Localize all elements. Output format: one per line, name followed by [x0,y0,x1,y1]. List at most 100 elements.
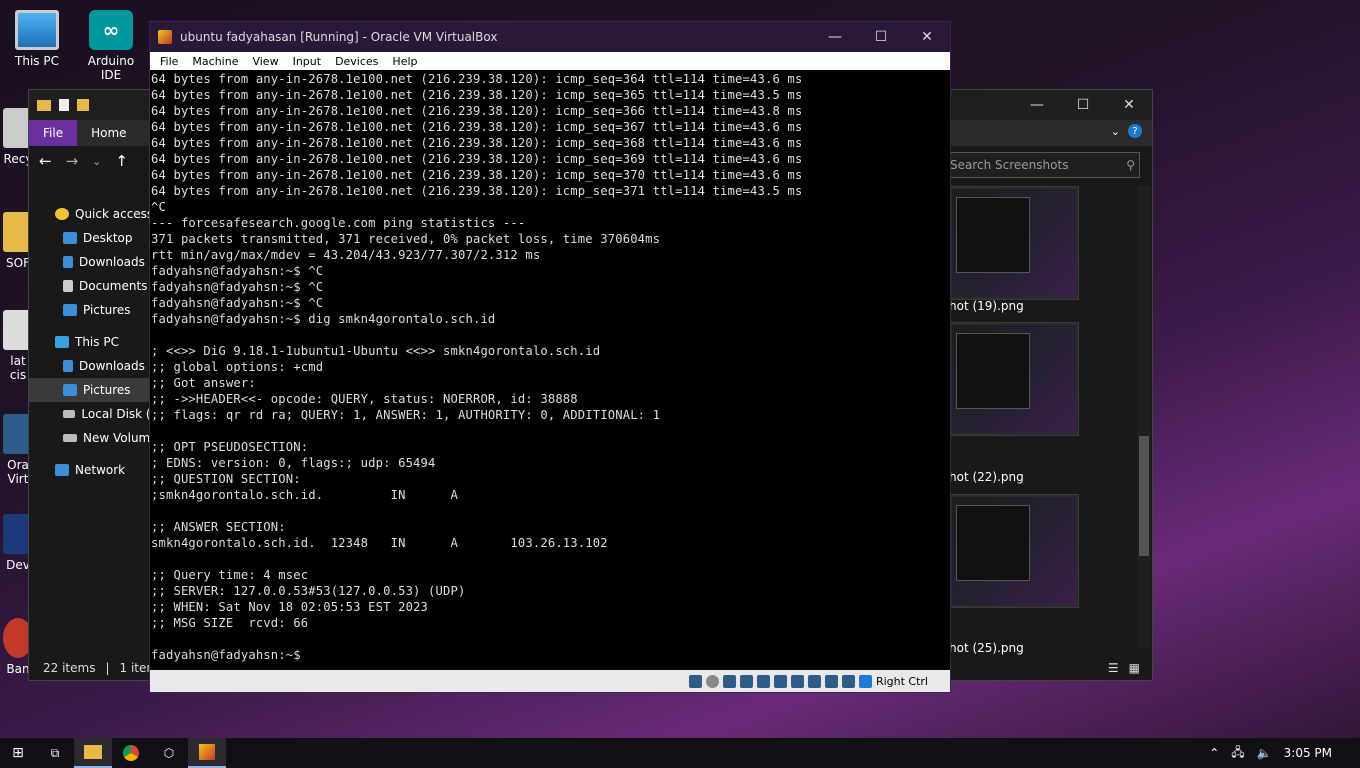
chevron-down-icon[interactable]: ⌄ [1111,125,1120,138]
volume-icon[interactable]: 🔈 [1257,746,1272,760]
host-key-label: Right Ctrl [875,674,928,688]
sidebar-item-label: Local Disk (C [81,407,159,421]
sidebar-item-pictures-pc[interactable]: Pictures [29,378,159,402]
sidebar-item-label: This PC [75,335,119,349]
virtualbox-icon [158,30,172,44]
menu-file[interactable]: File [160,55,178,68]
search-input[interactable]: Search Screenshots ⚲ [945,152,1140,178]
taskbar-virtualbox-manager[interactable]: ⬡ [150,738,188,768]
optical-drive-icon[interactable] [705,674,719,688]
drive-icon [63,434,77,442]
details-view-icon[interactable]: ☰ [1108,661,1119,675]
sidebar-item-label: New Volume [83,431,158,445]
file-thumbnail[interactable] [949,186,1079,300]
properties-icon[interactable] [59,99,69,111]
file-name[interactable]: hot (22).png [949,470,1024,484]
network-icon [55,464,69,476]
terminal-output: 64 bytes from any-in-2678.1e100.net (216… [151,72,803,662]
file-name[interactable]: hot (19).png [949,299,1024,313]
sidebar-item-documents[interactable]: Documents [29,274,159,298]
file-thumbnail[interactable] [949,494,1079,608]
menu-help[interactable]: Help [392,55,417,68]
display-icon[interactable] [790,674,804,688]
folder-icon [37,99,51,111]
drive-icon [63,410,76,418]
large-icons-view-icon[interactable]: ▦ [1129,661,1140,675]
scrollbar-thumb[interactable] [1139,436,1149,556]
search-icon: ⚲ [1126,158,1135,172]
taskbar-file-explorer[interactable] [74,738,112,768]
sidebar-item-this-pc[interactable]: This PC [29,330,159,354]
usb-icon[interactable] [756,674,770,688]
task-view-icon: ⧉ [50,745,60,760]
pictures-icon [63,304,77,316]
tab-home[interactable]: Home [77,120,140,146]
tab-file[interactable]: File [29,120,78,146]
up-arrow-icon[interactable]: ↑ [115,152,128,170]
pictures-icon [63,384,77,396]
cpu-icon[interactable] [824,674,838,688]
sidebar-item-downloads-pc[interactable]: Downloads [29,354,159,378]
sidebar-item-label: Quick access [75,207,154,221]
menu-machine[interactable]: Machine [192,55,238,68]
close-button[interactable]: ✕ [904,22,950,52]
item-count: 22 items [43,661,96,675]
help-icon[interactable]: ? [1128,124,1142,138]
taskbar-virtualbox-vm[interactable] [188,738,226,768]
shared-folder-icon[interactable] [773,674,787,688]
minimize-button[interactable]: — [812,22,858,52]
chevron-up-icon[interactable]: ⌃ [1209,746,1219,760]
maximize-button[interactable]: ☐ [1060,90,1106,120]
clock[interactable]: 3:05 PM [1284,746,1332,760]
windows-icon: ⊞ [12,745,24,761]
maximize-button[interactable]: ☐ [858,22,904,52]
system-tray: ⌃ 🖧 🔈 3:05 PM [1209,738,1360,768]
star-icon [55,208,69,220]
network-icon[interactable]: 🖧 [1231,743,1244,764]
search-placeholder: Search Screenshots [950,158,1069,172]
minimize-button[interactable]: — [1014,90,1060,120]
desktop-icon-this-pc[interactable]: This PC [2,10,72,68]
sidebar-item-label: Network [75,463,126,477]
sidebar-item-desktop[interactable]: Desktop [29,226,159,250]
desktop-icon-arduino[interactable]: ∞ Arduino IDE [76,10,146,82]
keyboard-capture-icon[interactable] [858,674,872,688]
sidebar-item-quick-access[interactable]: Quick access [29,202,159,226]
desktop-icon-label: Arduino IDE [87,54,135,82]
recording-icon[interactable] [807,674,821,688]
sidebar-item-network[interactable]: Network [29,458,159,482]
sidebar-item-downloads[interactable]: Downloads [29,250,159,274]
navigation-pane: Quick access Desktop Downloads Documents… [29,202,159,482]
menu-devices[interactable]: Devices [335,55,378,68]
audio-icon[interactable] [722,674,736,688]
taskbar-chrome[interactable] [112,738,150,768]
start-button[interactable]: ⊞ [0,738,36,768]
download-icon [63,360,73,372]
mouse-integration-icon[interactable] [841,674,855,688]
scrollbar[interactable] [1137,186,1151,648]
menu-view[interactable]: View [252,55,278,68]
sidebar-item-pictures[interactable]: Pictures [29,298,159,322]
network-icon[interactable] [739,674,753,688]
virtualbox-icon [199,744,215,760]
forward-arrow-icon[interactable]: → [66,152,79,170]
file-name[interactable]: hot (25).png [949,641,1024,655]
desktop-icon [63,232,77,244]
back-arrow-icon[interactable]: ← [39,152,52,170]
virtualbox-window[interactable]: ubuntu fadyahasan [Running] - Oracle VM … [149,21,951,693]
menu-input[interactable]: Input [293,55,321,68]
sidebar-item-local-disk[interactable]: Local Disk (C [29,402,159,426]
window-title: ubuntu fadyahasan [Running] - Oracle VM … [180,30,498,44]
close-button[interactable]: ✕ [1106,90,1152,120]
chevron-down-icon[interactable]: ⌄ [92,155,101,168]
harddisk-icon[interactable] [688,674,702,688]
sidebar-item-new-volume[interactable]: New Volume [29,426,159,450]
sidebar-item-label: Pictures [83,383,131,397]
sidebar-item-label: Downloads [79,255,145,269]
task-view-button[interactable]: ⧉ [36,738,74,768]
vbox-status-bar: Right Ctrl [150,670,950,692]
terminal-screen[interactable]: 64 bytes from any-in-2678.1e100.net (216… [150,71,950,670]
new-folder-icon[interactable] [77,99,89,111]
desktop-icon-label: This PC [15,54,59,68]
file-thumbnail[interactable] [949,322,1079,436]
